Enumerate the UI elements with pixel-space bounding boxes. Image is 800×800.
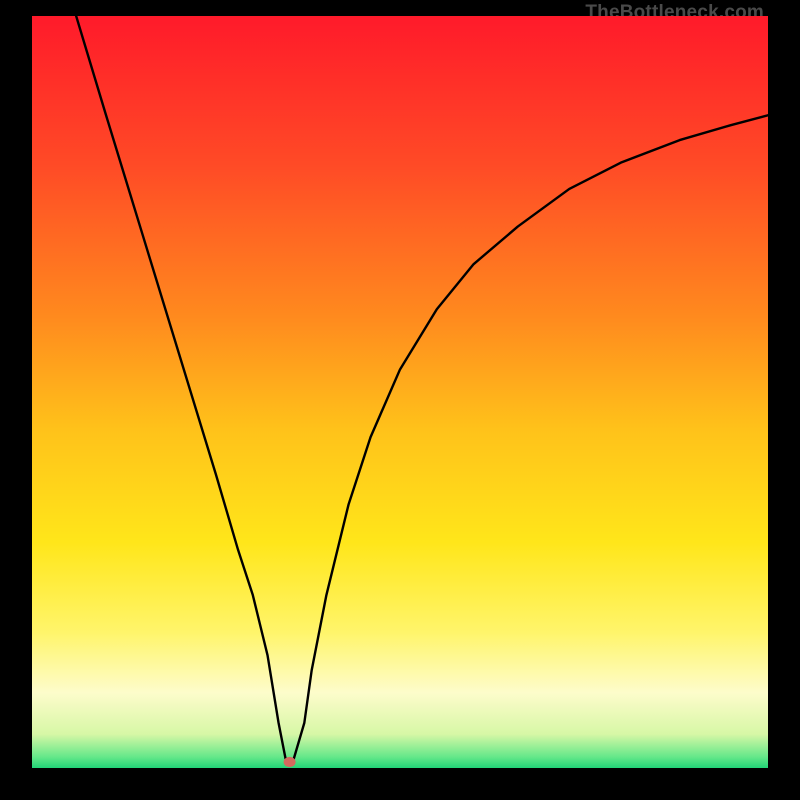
chart-frame (32, 16, 768, 768)
bottleneck-chart (32, 16, 768, 768)
gradient-background (32, 16, 768, 768)
minimum-marker (284, 757, 296, 767)
